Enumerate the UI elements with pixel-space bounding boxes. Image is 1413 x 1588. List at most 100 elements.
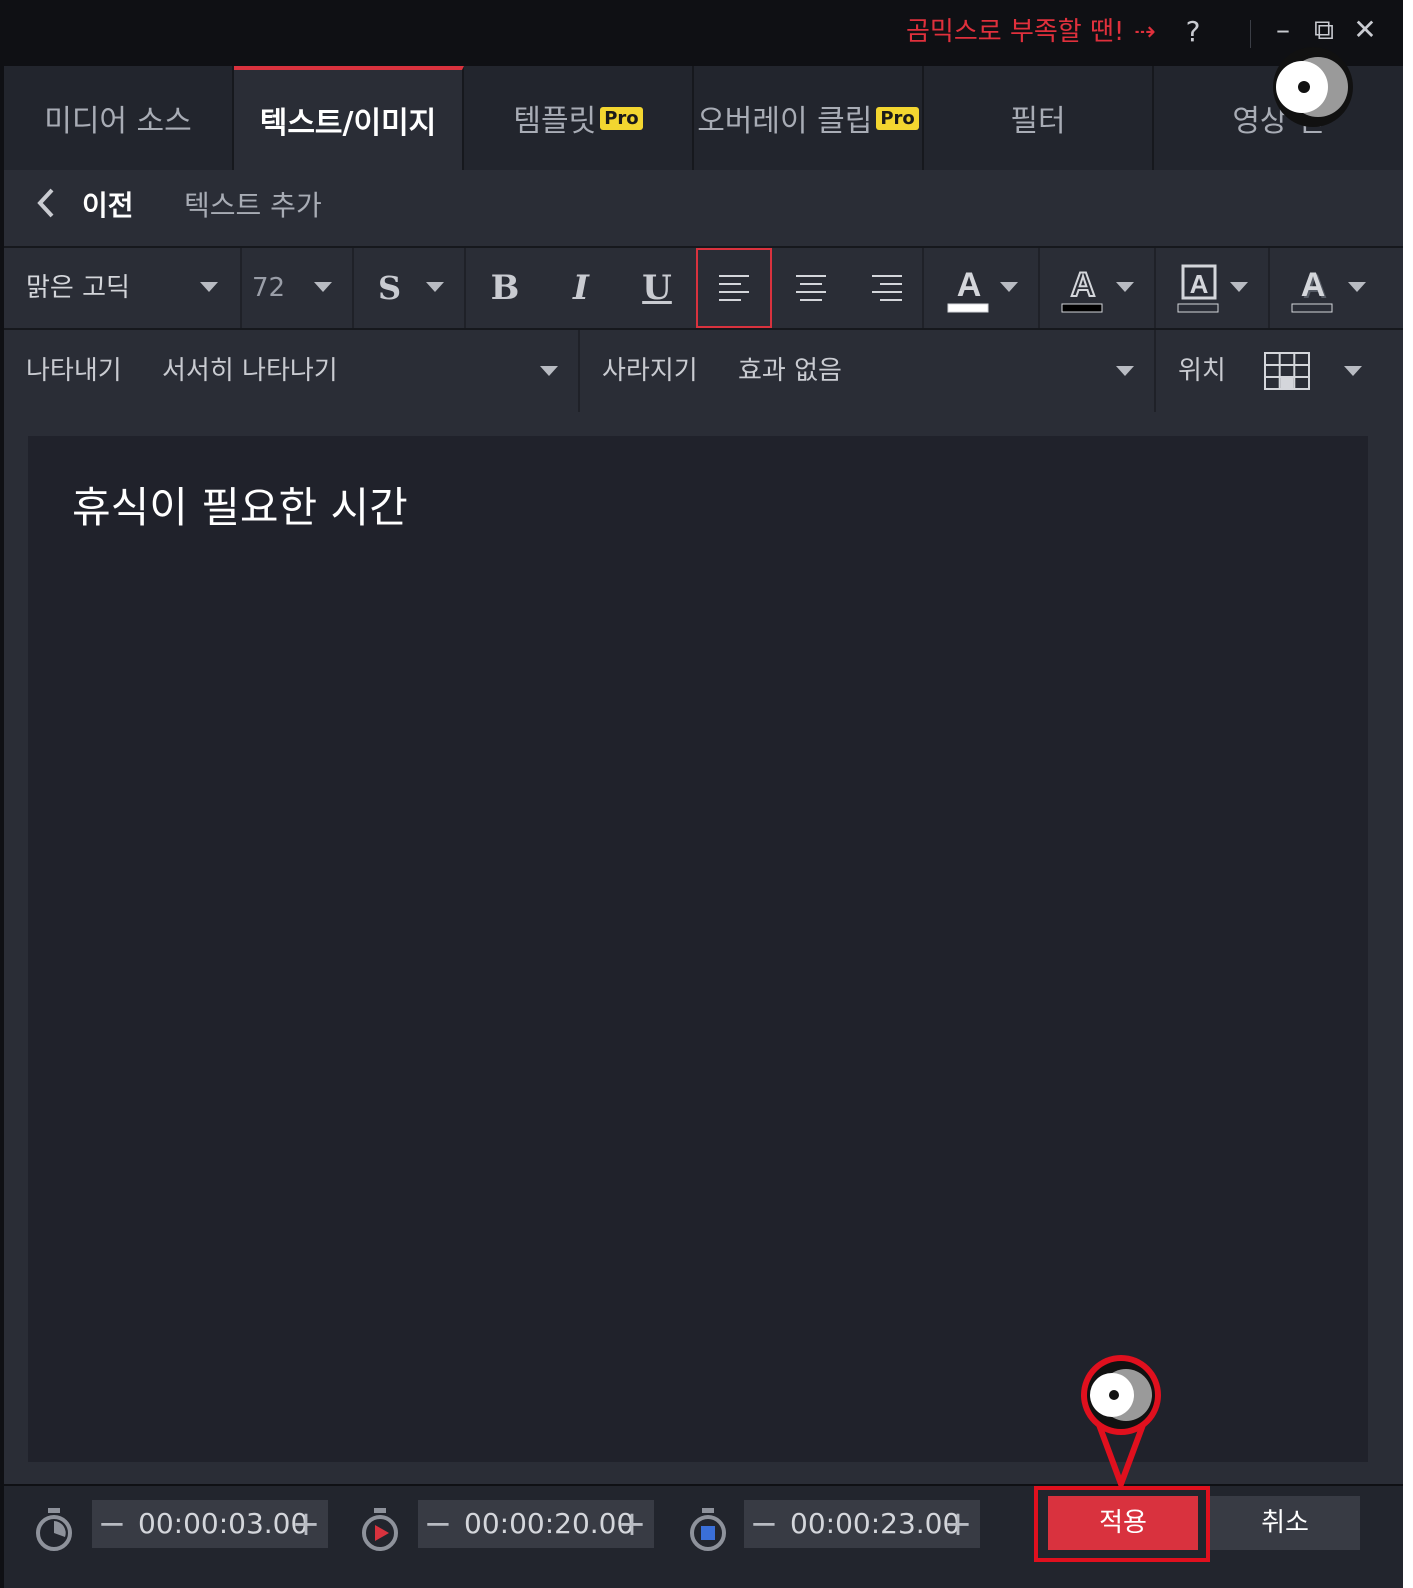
pro-badge: Pro bbox=[876, 106, 919, 130]
outline-color-glyph: A bbox=[1071, 266, 1096, 304]
chevron-down-icon bbox=[426, 282, 444, 292]
start-time-decrease-button[interactable]: − bbox=[92, 1500, 132, 1548]
tab-overlay-clip[interactable]: 오버레이 클립 Pro bbox=[694, 66, 924, 170]
align-right-button[interactable] bbox=[850, 248, 924, 328]
end-time-increase-button[interactable]: + bbox=[938, 1500, 978, 1548]
duration-time-value[interactable]: 00:00:20.00 bbox=[464, 1500, 634, 1548]
help-button[interactable]: ? bbox=[1178, 16, 1208, 48]
back-button[interactable]: 이전 bbox=[82, 186, 134, 226]
align-left-icon bbox=[719, 275, 749, 301]
divider bbox=[1154, 330, 1156, 412]
align-left-button[interactable] bbox=[696, 248, 772, 328]
strikethrough-label: S bbox=[378, 269, 402, 307]
editor-text[interactable]: 휴식이 필요한 시간 bbox=[72, 474, 408, 535]
tab-label: 오버레이 클립 bbox=[697, 104, 873, 139]
arrow-right-icon[interactable]: ⇢ bbox=[1134, 16, 1156, 48]
tab-media-source[interactable]: 미디어 소스 bbox=[4, 66, 234, 170]
bold-button[interactable]: B bbox=[468, 248, 542, 328]
apply-button[interactable]: 적용 bbox=[1048, 1496, 1198, 1550]
format-toolbar: 맑은 고딕 72 S B I U A A A A A bbox=[4, 248, 1403, 330]
underline-button[interactable]: U bbox=[620, 248, 694, 328]
position-label: 위치 bbox=[1178, 356, 1226, 386]
align-center-button[interactable] bbox=[774, 248, 848, 328]
chevron-down-icon bbox=[1000, 282, 1018, 292]
app-window: 곰믹스로 부족할 땐! ⇢ ? – ⧉ ✕ 미디어 소스 텍스트/이미지 템플릿… bbox=[0, 0, 1403, 1588]
cursor-marker-icon bbox=[1273, 47, 1353, 127]
strikethrough-select[interactable]: S bbox=[354, 248, 466, 328]
outline-color-swatch bbox=[1061, 303, 1103, 313]
chevron-down-icon bbox=[314, 282, 332, 292]
start-time-field[interactable]: − 00:00:03.00 + bbox=[92, 1500, 328, 1548]
chevron-down-icon bbox=[1116, 366, 1134, 376]
shadow-color-icon: A A bbox=[1291, 266, 1333, 313]
tab-label: 텍스트/이미지 bbox=[259, 106, 437, 141]
font-family-select[interactable]: 맑은 고딕 bbox=[4, 248, 242, 328]
disappear-label: 사라지기 bbox=[602, 356, 698, 386]
disappear-effect-value: 효과 없음 bbox=[738, 356, 842, 386]
shadow-color-glyph: A bbox=[1301, 266, 1326, 304]
align-center-icon bbox=[796, 275, 826, 301]
appear-effect-value: 서서히 나타나기 bbox=[162, 356, 338, 386]
editor-panel: 휴식이 필요한 시간 bbox=[4, 412, 1403, 1484]
duration-time-field[interactable]: − 00:00:20.00 + bbox=[418, 1500, 654, 1548]
disappear-effect-select[interactable]: 효과 없음 bbox=[728, 330, 1154, 412]
font-family-value: 맑은 고딕 bbox=[26, 273, 130, 303]
start-timer-icon bbox=[36, 1508, 72, 1551]
promo-link[interactable]: 곰믹스로 부족할 땐! bbox=[906, 14, 1124, 50]
text-color-glyph: A bbox=[957, 266, 982, 304]
sub-header: 이전 텍스트 추가 bbox=[4, 170, 1403, 248]
text-color-icon: A bbox=[947, 266, 989, 313]
restore-button[interactable]: ⧉ bbox=[1308, 14, 1340, 46]
start-time-value[interactable]: 00:00:03.00 bbox=[138, 1500, 308, 1548]
shadow-color-select[interactable]: A A bbox=[1270, 248, 1403, 328]
tab-filter[interactable]: 필터 bbox=[924, 66, 1154, 170]
tab-label: 템플릿 bbox=[513, 104, 597, 139]
background-color-select[interactable]: A bbox=[1156, 248, 1270, 328]
pro-badge: Pro bbox=[600, 106, 643, 130]
appear-effect-select[interactable]: 서서히 나타나기 bbox=[154, 330, 578, 412]
font-size-select[interactable]: 72 bbox=[242, 248, 354, 328]
end-time-field[interactable]: − 00:00:23.00 + bbox=[744, 1500, 980, 1548]
font-size-value: 72 bbox=[252, 273, 286, 303]
chevron-down-icon bbox=[540, 366, 558, 376]
outline-color-select[interactable]: A bbox=[1040, 248, 1156, 328]
title-bar: 곰믹스로 부족할 땐! ⇢ ? – ⧉ ✕ bbox=[0, 0, 1403, 66]
position-grid-icon bbox=[1264, 352, 1310, 390]
close-button[interactable]: ✕ bbox=[1350, 14, 1380, 46]
chevron-left-icon[interactable] bbox=[34, 186, 58, 229]
chevron-down-icon bbox=[1230, 282, 1248, 292]
style-align-group: B I U bbox=[466, 248, 924, 328]
divider bbox=[1250, 20, 1251, 48]
chevron-down-icon bbox=[1348, 282, 1366, 292]
tab-template[interactable]: 템플릿 Pro bbox=[464, 66, 694, 170]
minimize-button[interactable]: – bbox=[1268, 14, 1298, 46]
background-color-swatch bbox=[1177, 303, 1219, 313]
end-time-decrease-button[interactable]: − bbox=[744, 1500, 784, 1548]
footer-bar: − 00:00:03.00 + − 00:00:20.00 + − 00:00:… bbox=[4, 1486, 1403, 1588]
main-tabs: 미디어 소스 텍스트/이미지 템플릿 Pro 오버레이 클립 Pro 필터 영상… bbox=[4, 66, 1403, 170]
chevron-down-icon bbox=[1344, 366, 1362, 376]
duration-increase-button[interactable]: + bbox=[612, 1500, 652, 1548]
chevron-down-icon bbox=[200, 282, 218, 292]
background-color-icon: A bbox=[1177, 264, 1219, 313]
effects-row: 나타내기 서서히 나타나기 사라지기 효과 없음 위치 bbox=[4, 330, 1403, 412]
divider bbox=[578, 330, 580, 412]
tab-label: 필터 bbox=[1010, 104, 1066, 139]
background-color-glyph: A bbox=[1190, 269, 1209, 299]
shadow-color-swatch bbox=[1291, 303, 1333, 313]
duration-timer-icon bbox=[362, 1508, 398, 1551]
text-color-select[interactable]: A bbox=[924, 248, 1040, 328]
position-select[interactable] bbox=[1254, 330, 1403, 412]
click-pointer-icon bbox=[1081, 1355, 1161, 1488]
tab-text-image[interactable]: 텍스트/이미지 bbox=[234, 66, 464, 170]
italic-button[interactable]: I bbox=[544, 248, 618, 328]
end-time-value[interactable]: 00:00:23.00 bbox=[790, 1500, 960, 1548]
align-right-icon bbox=[872, 275, 902, 301]
duration-decrease-button[interactable]: − bbox=[418, 1500, 458, 1548]
outline-color-icon: A bbox=[1061, 265, 1103, 313]
cancel-button[interactable]: 취소 bbox=[1210, 1496, 1360, 1550]
chevron-down-icon bbox=[1116, 282, 1134, 292]
text-color-swatch bbox=[947, 303, 989, 313]
start-time-increase-button[interactable]: + bbox=[286, 1500, 326, 1548]
text-editor[interactable]: 휴식이 필요한 시간 bbox=[28, 436, 1368, 1462]
